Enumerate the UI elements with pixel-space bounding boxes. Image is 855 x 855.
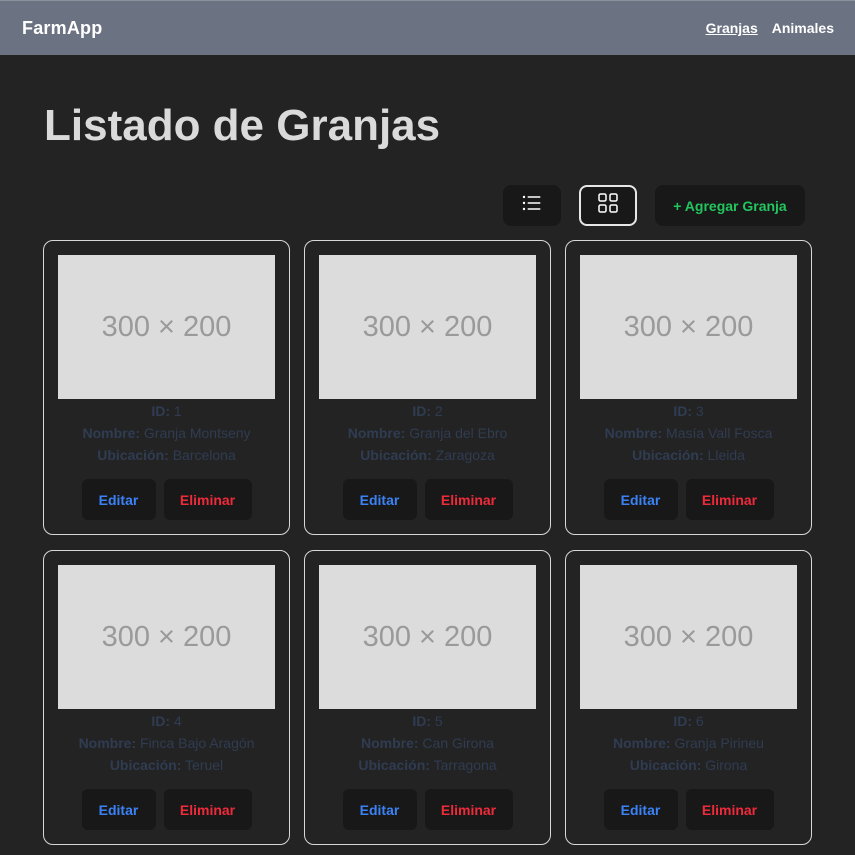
edit-button[interactable]: Editar <box>342 789 417 830</box>
farm-image-placeholder: 300 × 200 <box>58 565 275 709</box>
farm-card: 300 × 200 ID: 1 Nombre: Granja Montseny … <box>43 240 290 535</box>
farm-card: 300 × 200 ID: 3 Nombre: Masía Vall Fosca… <box>565 240 812 535</box>
edit-button[interactable]: Editar <box>603 479 678 520</box>
farm-name: Granja Montseny <box>143 425 251 441</box>
farm-id: 4 <box>173 713 182 729</box>
delete-button[interactable]: Eliminar <box>685 789 774 830</box>
location-label: Ubicación: <box>358 757 430 773</box>
location-label: Ubicación: <box>629 757 702 773</box>
location-label: Ubicación: <box>97 447 169 463</box>
location-label: Ubicación: <box>109 757 182 773</box>
farm-id: 1 <box>173 403 182 419</box>
id-label: ID: <box>412 713 431 729</box>
delete-button[interactable]: Eliminar <box>163 479 252 520</box>
id-label: ID: <box>673 403 692 419</box>
add-farm-button[interactable]: + Agregar Granja <box>655 185 805 226</box>
brand-logo[interactable]: FarmApp <box>22 18 102 39</box>
name-label: Nombre: <box>613 735 671 751</box>
farm-id: 2 <box>434 403 443 419</box>
list-view-button[interactable] <box>503 185 561 226</box>
farm-name: Granja Pirineu <box>674 735 764 751</box>
farm-location: Lleida <box>707 447 745 463</box>
name-label: Nombre: <box>604 425 663 441</box>
card-actions: Editar Eliminar <box>44 479 289 520</box>
delete-button[interactable]: Eliminar <box>163 789 252 830</box>
nav-link-animales[interactable]: Animales <box>772 20 834 36</box>
card-actions: Editar Eliminar <box>305 479 550 520</box>
farm-location: Girona <box>705 757 748 773</box>
farm-image-placeholder: 300 × 200 <box>319 255 536 399</box>
farm-name: Granja del Ebro <box>409 425 508 441</box>
farm-location: Zaragoza <box>435 447 495 463</box>
id-label: ID: <box>151 713 170 729</box>
grid-view-button[interactable] <box>579 185 637 226</box>
edit-button[interactable]: Editar <box>81 789 156 830</box>
card-actions: Editar Eliminar <box>305 789 550 830</box>
farm-id: 6 <box>695 713 704 729</box>
id-label: ID: <box>673 713 692 729</box>
farm-details: ID: 6 Nombre: Granja Pirineu Ubicación: … <box>566 710 811 776</box>
id-label: ID: <box>151 403 170 419</box>
farm-name: Masía Vall Fosca <box>666 425 773 441</box>
card-actions: Editar Eliminar <box>566 479 811 520</box>
toolbar: + Agregar Granja <box>0 185 855 227</box>
card-actions: Editar Eliminar <box>566 789 811 830</box>
farm-grid: 300 × 200 ID: 1 Nombre: Granja Montseny … <box>43 240 812 845</box>
nav-links: Granjas Animales <box>706 20 834 36</box>
farm-image-placeholder: 300 × 200 <box>580 255 797 399</box>
name-label: Nombre: <box>78 735 137 751</box>
farm-name: Finca Bajo Aragón <box>140 735 255 751</box>
delete-button[interactable]: Eliminar <box>424 479 513 520</box>
nav-link-granjas[interactable]: Granjas <box>706 20 758 36</box>
name-label: Nombre: <box>82 425 141 441</box>
edit-button[interactable]: Editar <box>81 479 156 520</box>
farm-id: 3 <box>695 403 704 419</box>
farm-location: Tarragona <box>433 757 497 773</box>
farm-location: Teruel <box>185 757 224 773</box>
farm-image-placeholder: 300 × 200 <box>58 255 275 399</box>
name-label: Nombre: <box>347 425 406 441</box>
delete-button[interactable]: Eliminar <box>424 789 513 830</box>
farm-details: ID: 4 Nombre: Finca Bajo Aragón Ubicació… <box>44 710 289 776</box>
farm-details: ID: 2 Nombre: Granja del Ebro Ubicación:… <box>305 400 550 466</box>
farm-location: Barcelona <box>172 447 236 463</box>
card-actions: Editar Eliminar <box>44 789 289 830</box>
farm-card: 300 × 200 ID: 2 Nombre: Granja del Ebro … <box>304 240 551 535</box>
navbar: FarmApp Granjas Animales <box>0 0 855 55</box>
farm-card: 300 × 200 ID: 4 Nombre: Finca Bajo Aragó… <box>43 550 290 845</box>
page-title: Listado de Granjas <box>44 101 441 150</box>
edit-button[interactable]: Editar <box>603 789 678 830</box>
location-label: Ubicación: <box>632 447 704 463</box>
name-label: Nombre: <box>360 735 419 751</box>
id-label: ID: <box>412 403 431 419</box>
farm-image-placeholder: 300 × 200 <box>580 565 797 709</box>
delete-button[interactable]: Eliminar <box>685 479 774 520</box>
list-icon <box>522 195 542 216</box>
grid-icon <box>598 193 618 218</box>
farm-id: 5 <box>434 713 443 729</box>
location-label: Ubicación: <box>360 447 432 463</box>
farm-details: ID: 5 Nombre: Can Girona Ubicación: Tarr… <box>305 710 550 776</box>
farm-details: ID: 3 Nombre: Masía Vall Fosca Ubicación… <box>566 400 811 466</box>
farm-card: 300 × 200 ID: 6 Nombre: Granja Pirineu U… <box>565 550 812 845</box>
edit-button[interactable]: Editar <box>342 479 417 520</box>
farm-image-placeholder: 300 × 200 <box>319 565 536 709</box>
farm-card: 300 × 200 ID: 5 Nombre: Can Girona Ubica… <box>304 550 551 845</box>
farm-name: Can Girona <box>422 735 495 751</box>
farm-details: ID: 1 Nombre: Granja Montseny Ubicación:… <box>44 400 289 466</box>
